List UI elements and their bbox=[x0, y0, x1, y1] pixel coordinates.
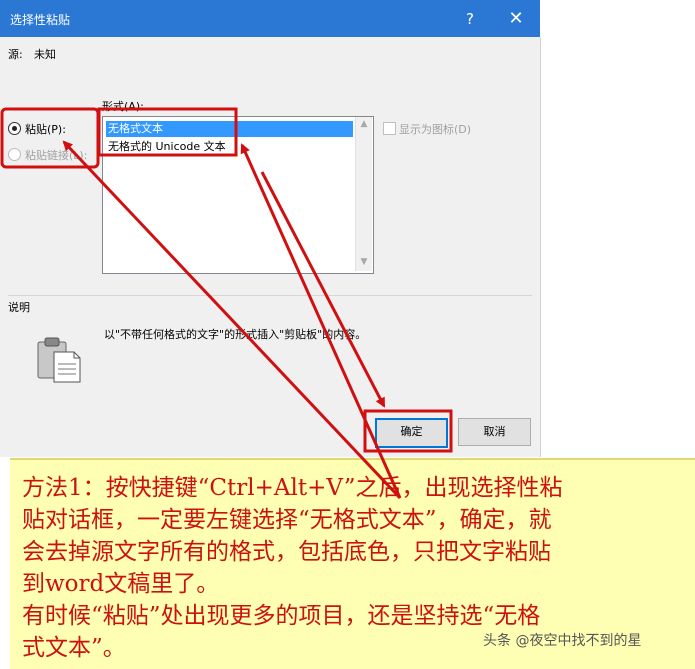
clipboard-icon bbox=[37, 337, 81, 383]
show-icon-checkbox[interactable] bbox=[383, 122, 396, 135]
scroll-down-icon[interactable]: ▼ bbox=[356, 257, 372, 267]
background-document bbox=[541, 0, 695, 460]
annotation-line: 会去掉源文字所有的格式，包括底色，只把文字粘贴 bbox=[22, 539, 551, 565]
watermark-text: 头条 @夜空中找不到的星 bbox=[483, 633, 642, 649]
paste-radio[interactable] bbox=[8, 122, 21, 135]
paste-link-radio-label[interactable]: 粘贴链接(L): bbox=[25, 147, 87, 163]
show-icon-label[interactable]: 显示为图标(D) bbox=[399, 121, 471, 137]
format-item-unicode-text[interactable]: 无格式的 Unicode 文本 bbox=[106, 139, 226, 155]
paste-radio-label[interactable]: 粘贴(P): bbox=[25, 121, 66, 137]
annotation-line: 方法1：按快捷键“Ctrl+Alt+V”之后，出现选择性粘 bbox=[22, 475, 563, 501]
annotation-line: 式文本”。 bbox=[22, 635, 126, 661]
listbox-scrollbar[interactable]: ▲ ▼ bbox=[355, 117, 372, 271]
description-separator bbox=[8, 295, 532, 296]
annotation-line: 有时候“粘贴”处出现更多的项目，还是坚持选“无格 bbox=[22, 603, 541, 629]
description-text: 以"不带任何格式的文字"的形式插入"剪贴板"的内容。 bbox=[104, 328, 367, 341]
dialog-titlebar: 选择性粘贴 ? ✕ bbox=[0, 0, 540, 37]
dialog-title: 选择性粘贴 bbox=[10, 13, 71, 27]
source-value: 未知 bbox=[34, 48, 56, 61]
scroll-up-icon[interactable]: ▲ bbox=[356, 119, 372, 129]
format-listbox[interactable]: 无格式文本 无格式的 Unicode 文本 bbox=[102, 116, 374, 274]
close-button[interactable]: ✕ bbox=[502, 6, 530, 32]
annotation-line: 到word文稿里了。 bbox=[22, 571, 220, 597]
help-button[interactable]: ? bbox=[456, 6, 484, 32]
format-item-plain-text[interactable]: 无格式文本 bbox=[106, 121, 353, 137]
description-label: 说明 bbox=[8, 301, 30, 314]
paste-link-radio[interactable] bbox=[8, 148, 21, 161]
source-label: 源: bbox=[8, 48, 23, 61]
ok-button[interactable]: 确定 bbox=[375, 418, 448, 448]
format-label: 形式(A): bbox=[102, 100, 144, 113]
annotation-line: 贴对话框，一定要左键选择“无格式文本”，确定，就 bbox=[22, 507, 552, 533]
cancel-button[interactable]: 取消 bbox=[458, 418, 531, 446]
